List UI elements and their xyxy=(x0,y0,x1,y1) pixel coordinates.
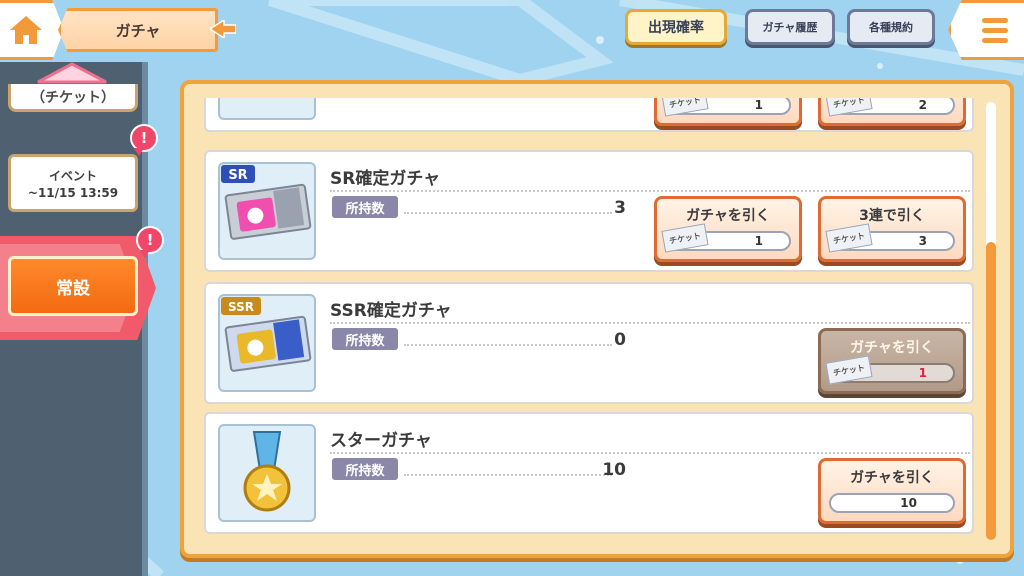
event-alert-badge: ! xyxy=(130,124,158,156)
pull-single-button[interactable]: ガチャを引く チケット 1 xyxy=(654,196,802,262)
menu-icon xyxy=(981,17,1008,23)
gacha-name: SR確定ガチャ xyxy=(330,169,441,189)
scrollbar-thumb[interactable] xyxy=(986,242,996,540)
pull-button-partial-2[interactable]: チケット 2 xyxy=(818,98,966,126)
gacha-list[interactable]: チケット 1 チケット 2 SR SR確定ガチャ 所持数 3 ガチャを引く チケ… xyxy=(198,98,978,538)
list-item-ssr-gacha: SSR SSR確定ガチャ 所持数 0 ガチャを引く チケット 1 xyxy=(204,282,974,404)
star-medal-icon xyxy=(243,431,291,512)
sidebar-tab-regular[interactable]: 常設 xyxy=(8,256,138,316)
ticket-icon: チケット xyxy=(825,355,873,385)
svg-text:SSR: SSR xyxy=(228,300,254,314)
owned-label: 所持数 xyxy=(332,328,398,350)
gacha-thumbnail xyxy=(218,98,316,120)
ticket-icon: チケット xyxy=(661,98,709,117)
gacha-history-button[interactable]: ガチャ履歴 xyxy=(745,9,835,45)
scroll-up-arrow-icon[interactable] xyxy=(36,62,108,84)
owned-label: 所持数 xyxy=(332,458,398,480)
pull-button-partial-1[interactable]: チケット 1 xyxy=(654,98,802,126)
owned-label: 所持数 xyxy=(332,196,398,218)
sidebar-tab-ticket[interactable]: （チケット） xyxy=(8,84,138,112)
sidebar-tab-ticket-label: （チケット） xyxy=(31,89,115,106)
list-item-partial: チケット 1 チケット 2 xyxy=(204,98,974,132)
list-scrollbar[interactable] xyxy=(986,102,996,540)
ticket-icon: チケット xyxy=(825,98,873,117)
ssr-ticket-icon: SSR xyxy=(221,297,312,372)
regular-tab-label: 常設 xyxy=(56,278,90,299)
menu-button[interactable] xyxy=(948,0,1024,60)
event-tab-label: イベント xyxy=(48,168,97,183)
ticket-icon: チケット xyxy=(825,223,873,253)
sr-ticket-icon: SR xyxy=(221,165,312,240)
owned-count: 3 xyxy=(614,198,626,218)
list-item-star-gacha: スターガチャ 所持数 10 ガチャを引く 10 xyxy=(204,412,974,534)
sidebar-tab-event[interactable]: イベント ~11/15 13:59 xyxy=(8,154,138,212)
list-item-sr-gacha: SR SR確定ガチャ 所持数 3 ガチャを引く チケット 1 3連で引く チケッ… xyxy=(204,150,974,272)
gacha-name: SSR確定ガチャ xyxy=(330,301,452,321)
terms-button[interactable]: 各種規約 xyxy=(847,9,935,45)
back-arrow-icon[interactable] xyxy=(210,20,236,38)
gacha-name: スターガチャ xyxy=(330,431,432,451)
home-icon xyxy=(9,16,42,44)
sr-ticket-thumbnail: SR xyxy=(218,162,316,260)
star-medal-thumbnail xyxy=(218,424,316,522)
event-tab-period: ~11/15 13:59 xyxy=(27,185,119,200)
pull-star-button[interactable]: ガチャを引く 10 xyxy=(818,458,966,524)
regular-alert-badge: ! xyxy=(136,226,164,258)
home-button[interactable] xyxy=(0,0,64,60)
page-title: ガチャ xyxy=(58,8,218,52)
pull-single-button-disabled[interactable]: ガチャを引く チケット 1 xyxy=(818,328,966,394)
drop-rate-button[interactable]: 出現確率 xyxy=(625,9,727,45)
ssr-ticket-thumbnail: SSR xyxy=(218,294,316,392)
svg-text:SR: SR xyxy=(228,168,247,183)
pull-three-button[interactable]: 3連で引く チケット 3 xyxy=(818,196,966,262)
owned-count: 10 xyxy=(602,460,626,480)
owned-count: 0 xyxy=(614,330,626,350)
ticket-icon: チケット xyxy=(661,223,709,253)
